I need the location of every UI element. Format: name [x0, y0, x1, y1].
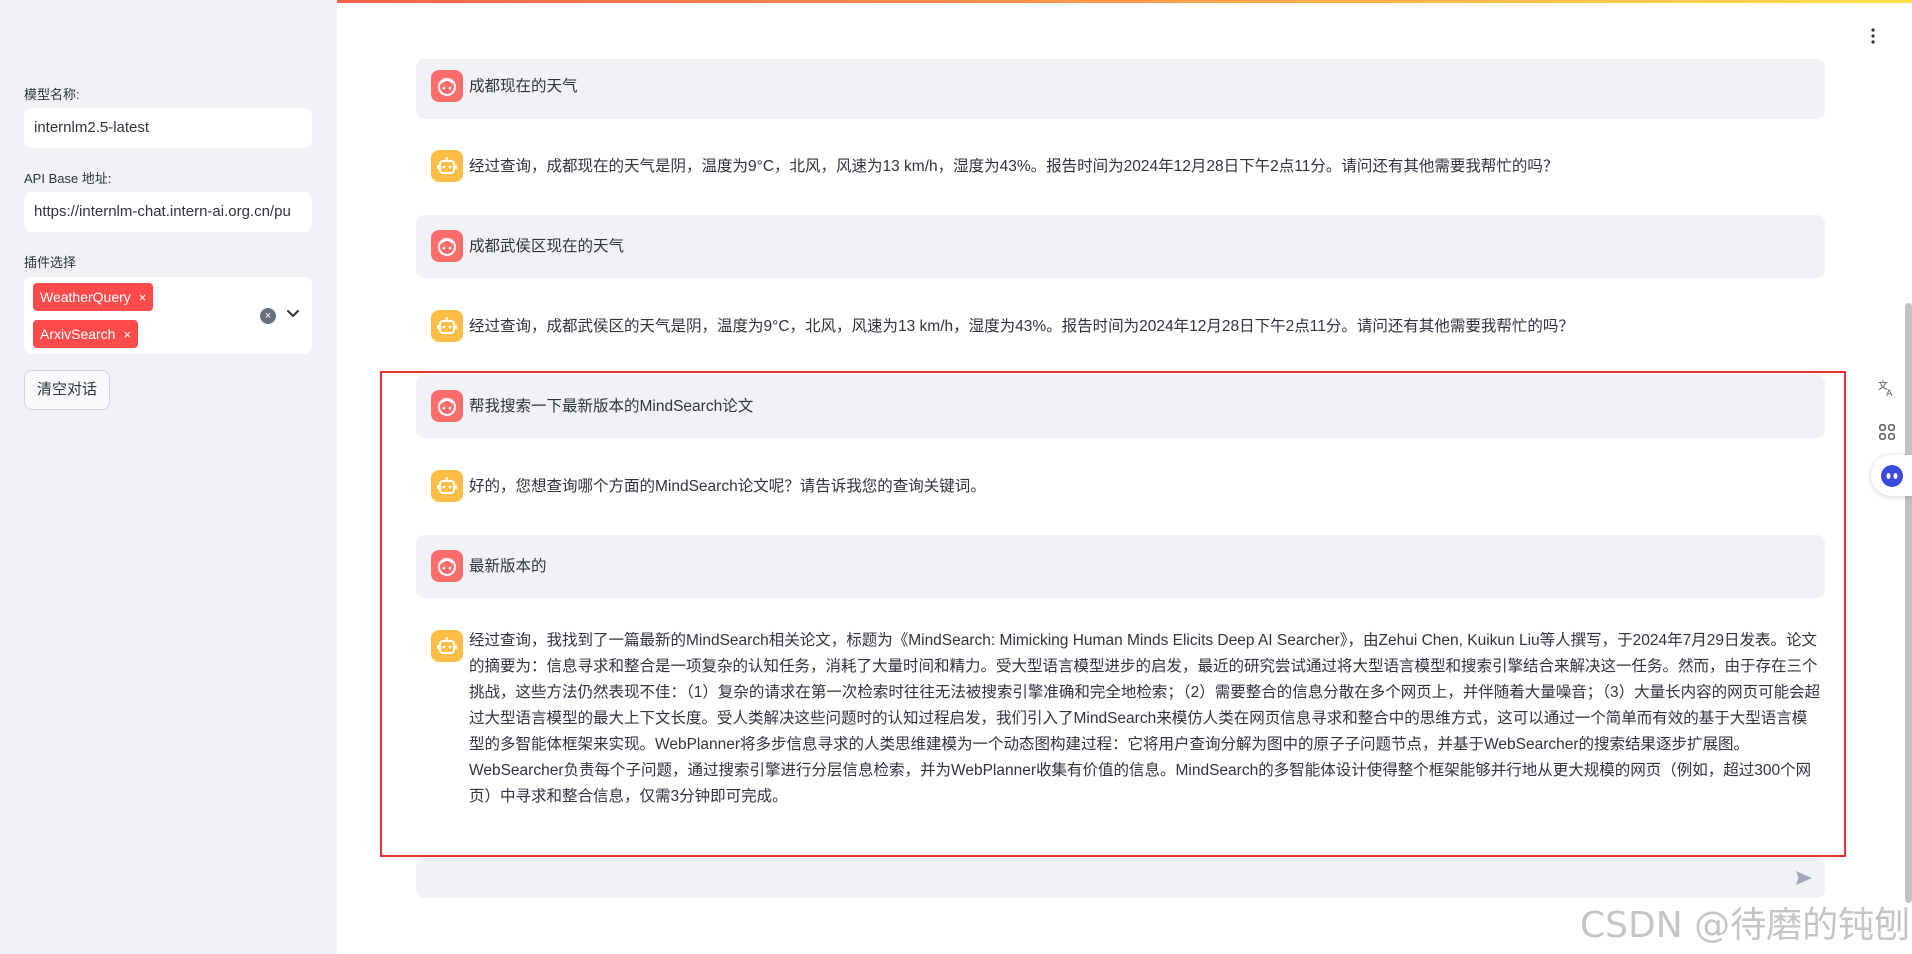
plugin-multiselect[interactable]: WeatherQuery × ArxivSearch × × [24, 277, 312, 354]
translate-icon[interactable]: 文A [1873, 374, 1901, 402]
message-text: 经过查询，成都武侯区的天气是阴，温度为9°C，北风，风速为13 km/h，湿度为… [469, 318, 1574, 335]
message-text: 经过查询，成都现在的天气是阴，温度为9°C，北风，风速为13 km/h，湿度为4… [469, 158, 1559, 175]
chevron-down-icon[interactable] [285, 305, 301, 321]
svg-text:A: A [1886, 389, 1893, 398]
model-name-input[interactable]: internlm2.5-latest [24, 108, 312, 148]
assistant-bubble-icon[interactable] [1871, 455, 1912, 496]
chat-message-user: 成都现在的天气 [416, 59, 1825, 119]
tag-remove-icon[interactable]: × [139, 290, 147, 305]
chat-message-assistant: 经过查询，成都现在的天气是阴，温度为9°C，北风，风速为13 km/h，湿度为4… [416, 139, 1825, 199]
highlight-box [380, 371, 1846, 857]
send-icon[interactable] [1795, 870, 1813, 886]
plugin-tag-weatherquery: WeatherQuery × [33, 283, 154, 311]
api-base-input[interactable]: https://internlm-chat.intern-ai.org.cn/p… [24, 192, 312, 232]
assistant-avatar-icon [431, 310, 463, 342]
clear-selection-icon[interactable]: × [260, 308, 276, 324]
plugin-select-label: 插件选择 [24, 255, 77, 270]
model-name-label: 模型名称: [24, 87, 80, 102]
message-text: 成都武侯区现在的天气 [469, 238, 625, 255]
assistant-avatar-icon [431, 150, 463, 182]
apps-icon[interactable] [1873, 418, 1901, 446]
message-text: 成都现在的天气 [469, 78, 578, 95]
api-base-label: API Base 地址: [24, 171, 112, 186]
plugin-tag-label: ArxivSearch [40, 326, 116, 342]
tag-remove-icon[interactable]: × [123, 327, 131, 342]
main-menu-icon[interactable] [1867, 26, 1879, 46]
sidebar: 模型名称: internlm2.5-latest API Base 地址: ht… [0, 0, 337, 954]
plugin-tag-label: WeatherQuery [40, 289, 131, 305]
chat-scrollbar[interactable] [1905, 303, 1912, 903]
chat-input[interactable] [416, 858, 1825, 898]
clear-conversation-button[interactable]: 清空对话 [24, 370, 111, 410]
chat-message-user: 成都武侯区现在的天气 [416, 215, 1825, 278]
chat-main: 成都现在的天气 经过查询，成都现在的天气是阴，温度为9°C，北风，风速为13 k… [337, 0, 1912, 954]
user-avatar-icon [431, 230, 463, 262]
user-avatar-icon [431, 70, 463, 102]
chat-message-assistant: 经过查询，成都武侯区的天气是阴，温度为9°C，北风，风速为13 km/h，湿度为… [416, 298, 1825, 358]
watermark: CSDN @待磨的钝刨 [1580, 905, 1911, 946]
plugin-tag-arxivsearch: ArxivSearch × [33, 320, 139, 348]
